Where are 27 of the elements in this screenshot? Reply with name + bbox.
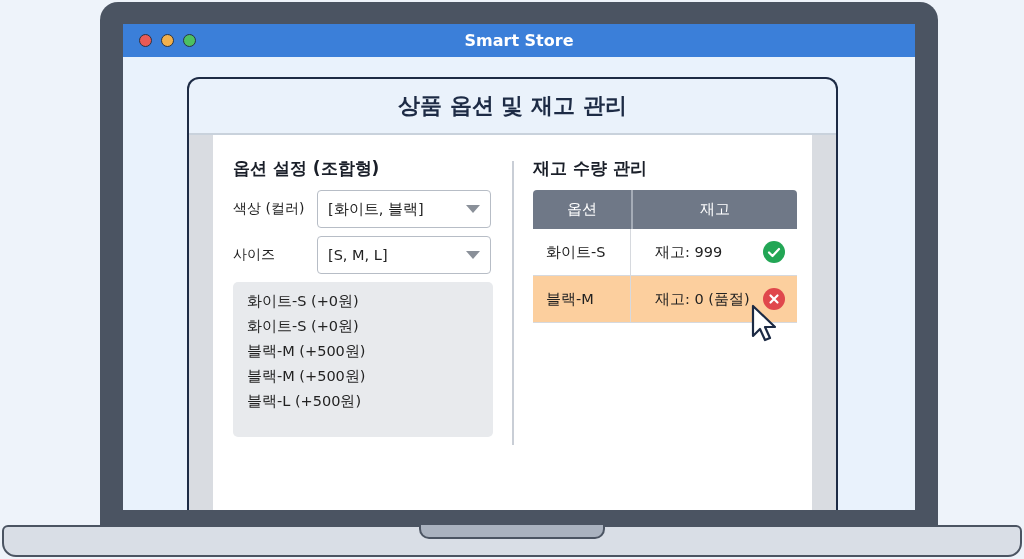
section-title: 재고 수량 관리: [533, 157, 648, 180]
error-icon: [763, 288, 785, 310]
caret-icon: [466, 205, 480, 213]
page-title: 상품 옵션 및 재고 관리: [398, 92, 627, 120]
section-title: 옵션 설정 (조합형): [233, 157, 381, 180]
column-header: 재고: [699, 200, 731, 219]
combination-item: 화이트-S (+0원): [247, 317, 360, 336]
table-cell: 재고: 0 (품절): [655, 289, 750, 309]
dropdown[interactable]: [S, M, L]: [317, 236, 491, 274]
table-cell: 재고: 999: [655, 242, 723, 262]
dropdown[interactable]: [화이트, 블랙]: [317, 190, 491, 228]
combination-item: 블랙-M (+500원): [247, 367, 367, 386]
minimize-icon[interactable]: [161, 34, 174, 47]
window-title: Smart Store: [464, 31, 574, 50]
close-icon[interactable]: [139, 34, 152, 47]
table-row[interactable]: 화이트-S 재고: 999: [533, 229, 797, 276]
combination-item: 블랙-M (+500원): [247, 342, 367, 361]
field-label: 사이즈: [233, 246, 276, 264]
check-icon: [763, 241, 785, 263]
table-cell: 화이트-S: [533, 229, 631, 275]
caret-icon: [466, 251, 480, 259]
maximize-icon[interactable]: [183, 34, 196, 47]
cursor-icon: [751, 304, 779, 342]
combination-item: 화이트-S (+0원): [247, 292, 360, 311]
combination-item: 블랙-L (+500원): [247, 392, 363, 411]
field-label: 색상 (컬러): [233, 200, 306, 218]
table-cell: 블랙-M: [533, 276, 631, 322]
